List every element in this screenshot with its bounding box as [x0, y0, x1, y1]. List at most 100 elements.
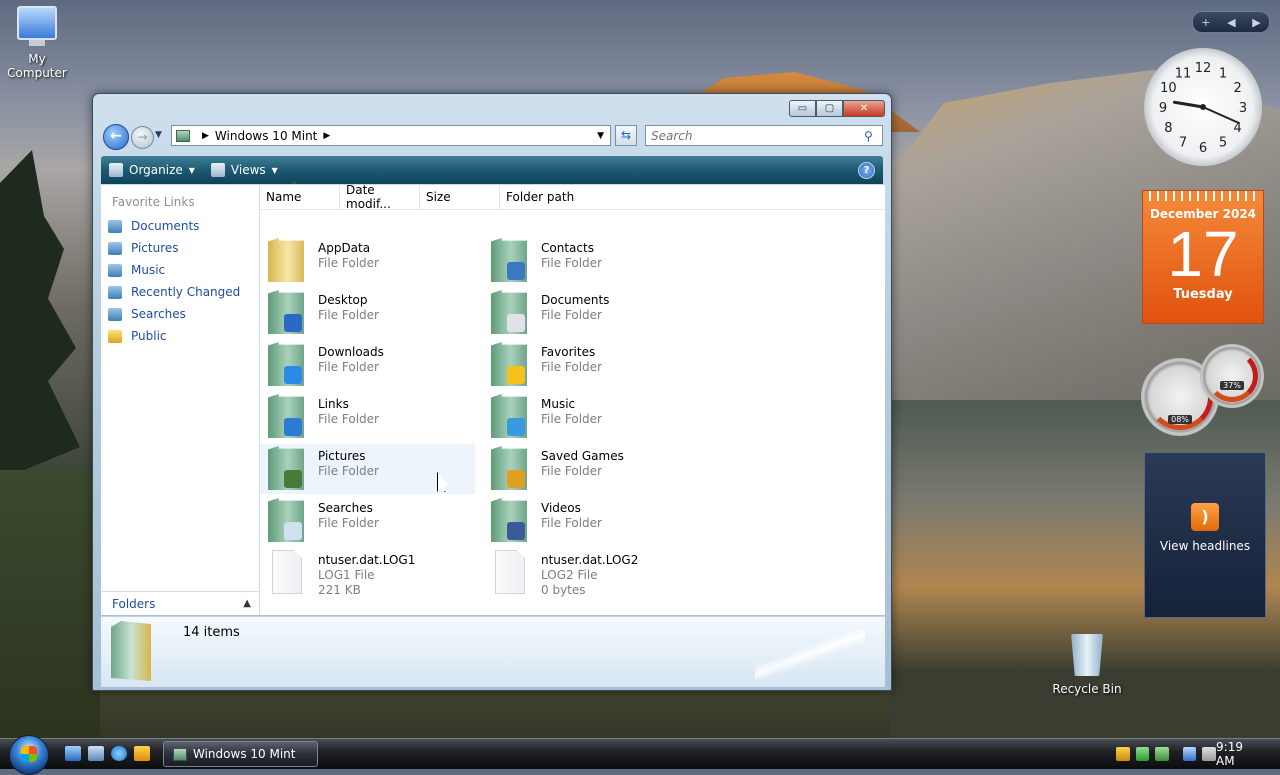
nav-link-recently-changed[interactable]: Recently Changed [101, 281, 259, 303]
column-header-date-modified[interactable]: Date modif... [340, 183, 420, 211]
file-item[interactable]: ntuser.dat.LOG1 LOG1 File 221 KB [260, 548, 475, 598]
desktop-icon-recycle-bin[interactable]: Recycle Bin [1047, 634, 1127, 696]
file-type: File Folder [541, 360, 602, 374]
address-row: ← → ▼ ▶ Windows 10 Mint ▶ ▼ ⇆ ⚲ [101, 124, 883, 150]
recently-changed-icon [108, 285, 122, 299]
desktop-icon-label: My [28, 52, 46, 66]
search-icon[interactable]: ⚲ [864, 129, 882, 143]
clock-number: 7 [1179, 136, 1187, 151]
organize-icon [109, 163, 123, 177]
feed-label[interactable]: View headlines [1145, 539, 1265, 553]
calendar-gadget[interactable]: December 2024 17 Tuesday [1142, 190, 1264, 324]
nav-link-public[interactable]: Public [101, 325, 259, 347]
security-shield-icon[interactable] [1116, 747, 1130, 761]
folder-icon [111, 621, 151, 681]
forward-button[interactable]: → [131, 126, 154, 149]
folder-icon [268, 394, 304, 438]
search-box[interactable]: ⚲ [645, 125, 883, 146]
refresh-button[interactable]: ⇆ [615, 125, 637, 146]
file-item[interactable]: Links File Folder [260, 392, 475, 442]
volume-muted-icon[interactable] [1202, 747, 1217, 761]
file-name: Favorites [541, 345, 596, 359]
nav-link-pictures[interactable]: Pictures [101, 237, 259, 259]
file-item[interactable]: Videos File Folder [483, 496, 698, 546]
file-item[interactable]: Downloads File Folder [260, 340, 475, 390]
file-item[interactable]: Desktop File Folder [260, 288, 475, 338]
folder-badge-icon [284, 522, 302, 540]
organize-button[interactable]: Organize ▼ [101, 156, 203, 184]
file-item[interactable]: Saved Games File Folder [483, 444, 698, 494]
search-input[interactable] [646, 127, 864, 144]
file-type: File Folder [318, 464, 379, 478]
pictures-icon [108, 241, 122, 255]
close-button[interactable]: ✕ [843, 100, 885, 117]
file-name: Contacts [541, 241, 594, 255]
show-desktop-icon[interactable] [65, 746, 81, 761]
hour-hand [1172, 100, 1205, 109]
folder-icon [268, 498, 304, 542]
feed-headlines-gadget[interactable]: ) View headlines [1144, 452, 1266, 618]
breadcrumb-arrow-icon[interactable]: ▶ [323, 131, 330, 141]
file-list: Name Date modif... Size Folder path AppD… [260, 181, 885, 615]
window-controls: ▭ ▢ ✕ [789, 100, 885, 117]
address-bar[interactable]: ▶ Windows 10 Mint ▶ ▼ [171, 125, 611, 146]
help-icon[interactable]: ? [858, 161, 875, 179]
column-header-folder-path[interactable]: Folder path [500, 185, 580, 209]
maximize-button[interactable]: ▢ [816, 100, 843, 117]
column-header-name[interactable]: Name [260, 181, 340, 209]
nav-link-documents[interactable]: Documents [101, 215, 259, 237]
folder-badge-icon [284, 418, 302, 436]
desktop-icon-my-computer[interactable]: My Computer [0, 6, 77, 80]
computer-icon [17, 6, 57, 46]
recycle-bin-icon [1071, 634, 1103, 676]
file-type: LOG1 File [318, 568, 375, 582]
taskbar-button-explorer[interactable]: Windows 10 Mint [163, 741, 318, 767]
file-type: File Folder [541, 308, 602, 322]
document-icon [268, 550, 304, 594]
file-item[interactable]: Favorites File Folder [483, 340, 698, 390]
file-item[interactable]: Music File Folder [483, 392, 698, 442]
start-button[interactable] [9, 735, 49, 775]
network-icon[interactable] [1182, 747, 1197, 761]
clock-gadget[interactable]: 12 1 2 3 4 5 6 7 8 9 10 11 [1144, 48, 1262, 166]
memory-meter-gadget[interactable]: 37% [1200, 344, 1264, 408]
next-page-button[interactable]: ▶ [1252, 16, 1260, 29]
document-icon [491, 550, 527, 594]
file-type: File Folder [541, 516, 602, 530]
folders-toggle[interactable]: Folders ▲ [101, 591, 259, 615]
folder-badge-icon [507, 366, 525, 384]
check-icon[interactable] [1135, 747, 1150, 761]
folder-badge-icon [284, 314, 302, 332]
views-button[interactable]: Views ▼ [203, 156, 286, 184]
file-item[interactable]: Contacts File Folder [483, 236, 698, 286]
nav-link-searches[interactable]: Searches [101, 303, 259, 325]
minimize-button[interactable]: ▭ [789, 100, 816, 117]
calendar-weekday: Tuesday [1173, 287, 1233, 302]
file-item[interactable]: Searches File Folder [260, 496, 475, 546]
organize-label: Organize [129, 163, 183, 177]
file-item[interactable]: AppData File Folder [260, 236, 475, 286]
file-item[interactable]: Documents File Folder [483, 288, 698, 338]
folder-icon [491, 238, 527, 282]
internet-explorer-icon[interactable] [111, 746, 127, 761]
folder-icon [491, 342, 527, 386]
breadcrumb-item[interactable]: Windows 10 Mint [215, 129, 317, 143]
cpu-meter-value: 08% [1168, 415, 1192, 424]
nav-link-music[interactable]: Music [101, 259, 259, 281]
switch-windows-icon[interactable] [88, 746, 104, 761]
file-item[interactable]: ntuser.dat.LOG2 LOG2 File 0 bytes [483, 548, 698, 598]
taskbar-clock[interactable]: 9:19 AM [1216, 740, 1264, 768]
breadcrumb-arrow-icon[interactable]: ▶ [202, 131, 209, 141]
address-dropdown-icon[interactable]: ▼ [597, 131, 604, 141]
column-header-size[interactable]: Size [420, 185, 500, 209]
prev-page-button[interactable]: ◀ [1227, 16, 1235, 29]
add-gadget-button[interactable]: + [1201, 16, 1210, 29]
media-player-icon[interactable] [134, 746, 150, 761]
memory-meter-value: 37% [1220, 381, 1244, 390]
back-button[interactable]: ← [103, 124, 129, 150]
app-tray-icon[interactable] [1155, 747, 1169, 761]
taskbar-button-label: Windows 10 Mint [193, 747, 296, 761]
file-name: Pictures [318, 449, 366, 463]
recent-pages-dropdown[interactable]: ▼ [155, 130, 162, 140]
clock-face: 12 1234567891011 [1159, 61, 1247, 156]
